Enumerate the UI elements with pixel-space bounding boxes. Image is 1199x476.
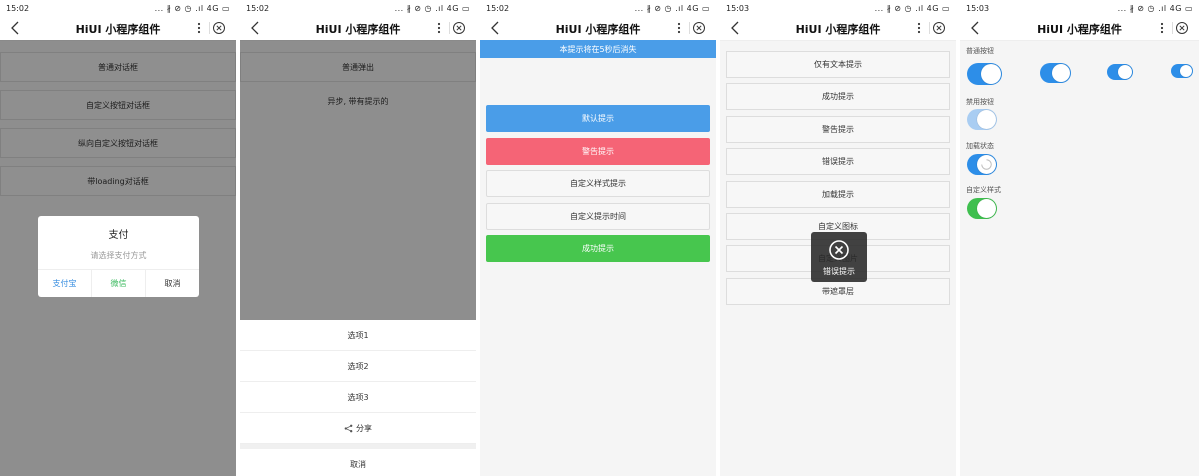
cancel-button[interactable]: 取消 bbox=[145, 270, 199, 297]
close-circle-icon bbox=[829, 240, 849, 260]
share-label: 分享 bbox=[356, 423, 372, 433]
switch-loading[interactable] bbox=[967, 154, 997, 175]
section-label-custom: 自定义样式 bbox=[966, 186, 1001, 194]
nav-divider bbox=[929, 22, 930, 34]
status-bar: 15:02 ... ∦ ⊘ ◷ .ıl 4G ▭ bbox=[480, 0, 716, 16]
status-time: 15:02 bbox=[486, 4, 510, 13]
loading-spinner-icon bbox=[981, 159, 992, 170]
nav-bar: HiUI 小程序组件 bbox=[0, 16, 236, 41]
more-icon[interactable] bbox=[914, 19, 924, 37]
panel-toast: 15:03 ... ∦ ⊘ ◷ .ıl 4G ▭ HiUI 小程序组件 仅有文本… bbox=[720, 0, 956, 476]
loading-toast-button[interactable]: 加载提示 bbox=[726, 181, 950, 208]
status-time: 15:03 bbox=[726, 4, 750, 13]
mask-toast-button[interactable]: 带遮罩层 bbox=[726, 278, 950, 305]
switch-mini[interactable] bbox=[1171, 64, 1193, 78]
switch-knob bbox=[1052, 64, 1070, 82]
action-sheet: 选项1 选项2 选项3 分享 取消 bbox=[240, 320, 476, 476]
switch-medium[interactable] bbox=[1040, 63, 1071, 83]
close-icon[interactable] bbox=[932, 21, 946, 35]
toast-text: 错误提示 bbox=[823, 267, 855, 276]
pay-dialog: 支付 请选择支付方式 支付宝 微信 取消 bbox=[38, 216, 199, 297]
close-icon[interactable] bbox=[1175, 21, 1189, 35]
panel-dialog: 15:02 ... ∦ ⊘ ◷ .ıl 4G ▭ HiUI 小程序组件 普通对话… bbox=[0, 0, 236, 476]
status-icons: ... ∦ ⊘ ◷ .ıl 4G ▭ bbox=[874, 4, 950, 13]
status-icons: ... ∦ ⊘ ◷ .ıl 4G ▭ bbox=[394, 4, 470, 13]
nav-divider bbox=[1172, 22, 1173, 34]
status-bar: 15:03 ... ∦ ⊘ ◷ .ıl 4G ▭ bbox=[720, 0, 956, 16]
panel-top-tips: 15:02 ... ∦ ⊘ ◷ .ıl 4G ▭ HiUI 小程序组件 本提示将… bbox=[480, 0, 716, 476]
status-icons: ... ∦ ⊘ ◷ .ıl 4G ▭ bbox=[154, 4, 230, 13]
sheet-option-3[interactable]: 选项3 bbox=[240, 382, 476, 413]
dialog-title: 支付 bbox=[108, 230, 129, 241]
sheet-share-option[interactable]: 分享 bbox=[240, 413, 476, 444]
custom-style-tip-button[interactable]: 自定义样式提示 bbox=[486, 170, 710, 197]
sheet-cancel-button[interactable]: 取消 bbox=[240, 449, 476, 476]
status-bar: 15:02 ... ∦ ⊘ ◷ .ıl 4G ▭ bbox=[240, 0, 476, 16]
dialog-message: 请选择支付方式 bbox=[90, 251, 147, 260]
wechat-button[interactable]: 微信 bbox=[91, 270, 145, 297]
status-icons: ... ∦ ⊘ ◷ .ıl 4G ▭ bbox=[1117, 4, 1193, 13]
nav-divider bbox=[209, 22, 210, 34]
sheet-option-1[interactable]: 选项1 bbox=[240, 320, 476, 351]
text-only-toast-button[interactable]: 仅有文本提示 bbox=[726, 51, 950, 78]
sheet-option-2[interactable]: 选项2 bbox=[240, 351, 476, 382]
section-label-loading: 加载状态 bbox=[966, 142, 994, 150]
switch-knob bbox=[1180, 65, 1192, 77]
more-icon[interactable] bbox=[1157, 19, 1167, 37]
status-icons: ... ∦ ⊘ ◷ .ıl 4G ▭ bbox=[634, 4, 710, 13]
nav-bar: HiUI 小程序组件 bbox=[480, 16, 716, 41]
status-bar: 15:03 ... ∦ ⊘ ◷ .ıl 4G ▭ bbox=[960, 0, 1199, 16]
default-tip-button[interactable]: 默认提示 bbox=[486, 105, 710, 132]
close-icon[interactable] bbox=[212, 21, 226, 35]
switch-knob bbox=[1118, 65, 1132, 79]
status-bar: 15:02 ... ∦ ⊘ ◷ .ıl 4G ▭ bbox=[0, 0, 236, 16]
status-time: 15:03 bbox=[966, 4, 990, 13]
top-tip-banner: 本提示将在5秒后消失 bbox=[480, 40, 716, 58]
more-icon[interactable] bbox=[194, 19, 204, 37]
error-toast: 错误提示 bbox=[811, 232, 867, 282]
switch-small[interactable] bbox=[1107, 64, 1133, 80]
warning-toast-button[interactable]: 警告提示 bbox=[726, 116, 950, 143]
switch-knob bbox=[977, 110, 996, 129]
nav-divider bbox=[689, 22, 690, 34]
alipay-button[interactable]: 支付宝 bbox=[38, 270, 91, 297]
switch-custom[interactable] bbox=[967, 198, 997, 219]
switch-knob bbox=[981, 64, 1001, 84]
switch-knob bbox=[977, 199, 996, 218]
custom-duration-tip-button[interactable]: 自定义提示时间 bbox=[486, 203, 710, 230]
section-label-normal: 普通按钮 bbox=[966, 47, 994, 55]
nav-divider bbox=[449, 22, 450, 34]
more-icon[interactable] bbox=[434, 19, 444, 37]
nav-bar: HiUI 小程序组件 bbox=[240, 16, 476, 41]
nav-bar: HiUI 小程序组件 bbox=[720, 16, 956, 41]
share-icon bbox=[344, 424, 353, 432]
switch-knob bbox=[977, 155, 996, 174]
sheet-mask[interactable] bbox=[240, 40, 476, 320]
status-time: 15:02 bbox=[246, 4, 270, 13]
close-icon[interactable] bbox=[452, 21, 466, 35]
more-icon[interactable] bbox=[674, 19, 684, 37]
success-tip-button[interactable]: 成功提示 bbox=[486, 235, 710, 262]
panel-switch: 15:03 ... ∦ ⊘ ◷ .ıl 4G ▭ HiUI 小程序组件 普通按钮… bbox=[960, 0, 1199, 476]
close-icon[interactable] bbox=[692, 21, 706, 35]
switch-large[interactable] bbox=[967, 63, 1002, 85]
panel-action-sheet: 15:02 ... ∦ ⊘ ◷ .ıl 4G ▭ HiUI 小程序组件 普通弹出… bbox=[240, 0, 476, 476]
section-label-disabled: 禁用按钮 bbox=[966, 98, 994, 106]
dialog-actions: 支付宝 微信 取消 bbox=[38, 269, 199, 297]
nav-bar: HiUI 小程序组件 bbox=[960, 16, 1199, 41]
success-toast-button[interactable]: 成功提示 bbox=[726, 83, 950, 110]
status-time: 15:02 bbox=[6, 4, 30, 13]
switch-disabled bbox=[967, 109, 997, 130]
warning-tip-button[interactable]: 警告提示 bbox=[486, 138, 710, 165]
error-toast-button[interactable]: 错误提示 bbox=[726, 148, 950, 175]
